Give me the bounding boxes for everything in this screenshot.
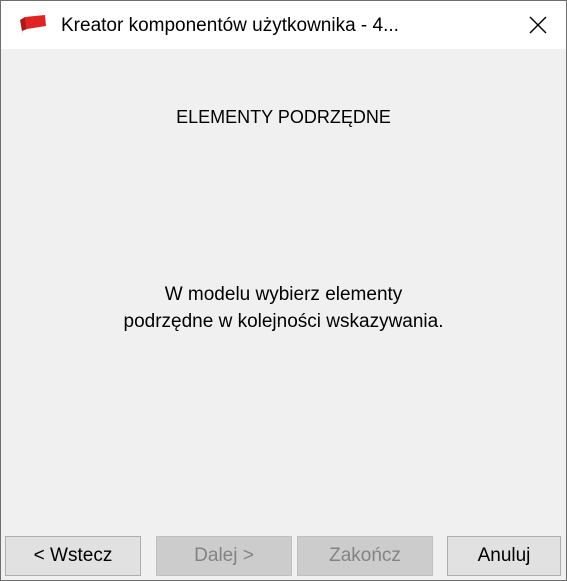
wizard-content: ELEMENTY PODRZĘDNE W modelu wybierz elem… xyxy=(1,49,566,519)
instruction-text: W modelu wybierz elementy podrzędne w ko… xyxy=(41,281,526,335)
dialog-window: Kreator komponentów użytkownika - 4... E… xyxy=(0,0,567,581)
back-button[interactable]: < Wstecz xyxy=(5,536,141,576)
next-button[interactable]: Dalej > xyxy=(156,536,292,576)
close-icon xyxy=(529,16,547,34)
instruction-line-1: W modelu wybierz elementy xyxy=(164,284,403,305)
window-title: Kreator komponentów użytkownika - 4... xyxy=(61,15,399,36)
close-button[interactable] xyxy=(510,1,566,49)
cancel-button[interactable]: Anuluj xyxy=(447,536,561,576)
title-bar[interactable]: Kreator komponentów użytkownika - 4... xyxy=(1,1,566,49)
instruction-line-2: podrzędne w kolejności wskazywania. xyxy=(123,311,444,332)
app-icon xyxy=(19,14,47,36)
finish-button[interactable]: Zakończ xyxy=(297,536,433,576)
step-heading: ELEMENTY PODRZĘDNE xyxy=(176,107,391,127)
